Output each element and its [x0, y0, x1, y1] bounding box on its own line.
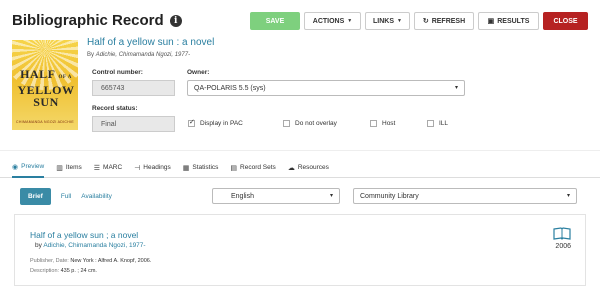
card-author: by Adichie, Chimamanda Ngozi, 1977-	[35, 242, 146, 249]
description-label: Description:	[30, 268, 60, 274]
owner-select[interactable]: QA-POLARIS 5.5 (sys) ▾	[187, 80, 465, 96]
cover-title: HALF OF A YELLOW SUN	[16, 68, 76, 108]
toolbar: SAVE ACTIONS ▼ LINKS ▼ ↻ REFRESH ▣ RESULTS C…	[250, 12, 588, 30]
publication-year: 2006	[555, 243, 571, 250]
preview-subtabs: Brief Full Availability	[20, 188, 112, 205]
host-checkbox[interactable]: Host	[370, 120, 395, 127]
card-publisher-line: Publisher, Date: New York : Alfred A. Kn…	[30, 258, 151, 264]
library-select[interactable]: Community Library ▾	[353, 188, 577, 204]
description-value: 435 p. ; 24 cm.	[60, 268, 97, 274]
publisher-value: New York : Alfred A. Knopf, 2006.	[70, 258, 152, 264]
tab-statistics[interactable]: ▦ Statistics	[183, 158, 219, 178]
subtab-brief[interactable]: Brief	[20, 188, 51, 205]
card-author-link[interactable]: Adichie, Chimamanda Ngozi, 1977-	[43, 242, 145, 249]
tab-items[interactable]: ▥ Items	[56, 158, 82, 178]
owner-value: QA-POLARIS 5.5 (sys)	[194, 84, 266, 92]
tab-preview-label: Preview	[21, 163, 45, 170]
books-icon: ▥	[56, 164, 63, 172]
language-select[interactable]: English ▾	[212, 188, 340, 204]
tree-icon: ⊣	[134, 164, 141, 172]
results-button[interactable]: ▣ RESULTS	[478, 12, 539, 30]
results-label: RESULTS	[497, 17, 530, 25]
do-not-overlay-checkbox[interactable]: Do not overlay	[283, 120, 337, 127]
cover-title-of-a: OF A	[58, 75, 72, 80]
folder-icon: ▤	[230, 164, 238, 172]
chevron-down-icon: ▾	[329, 193, 333, 199]
tab-record-sets-label: Record Sets	[240, 164, 276, 171]
control-number-field: 665743	[92, 80, 175, 96]
open-book-icon	[553, 227, 571, 240]
cover-title-line1: HALF	[20, 67, 56, 81]
tab-items-label: Items	[65, 164, 82, 171]
caret-down-icon: ▼	[347, 18, 353, 24]
results-icon: ▣	[487, 18, 495, 25]
card-description-line: Description: 435 p. ; 24 cm.	[30, 268, 97, 274]
cover-title-line3: SUN	[33, 95, 59, 109]
refresh-icon: ↻	[422, 18, 429, 25]
save-button[interactable]: SAVE	[250, 12, 300, 30]
chevron-down-icon: ▾	[566, 193, 570, 199]
actions-dropdown-button[interactable]: ACTIONS ▼	[304, 12, 361, 30]
cover-author: CHIMAMANDA NGOZI ADICHIE	[16, 120, 74, 124]
host-label: Host	[382, 120, 396, 127]
display-in-pac-label: Display in PAC	[200, 120, 243, 127]
ill-checkbox[interactable]: ILL	[427, 120, 448, 127]
cloud-icon: ☁	[287, 164, 295, 172]
do-not-overlay-label: Do not overlay	[295, 120, 337, 127]
save-label: SAVE	[265, 17, 285, 25]
chart-icon: ▦	[182, 164, 190, 172]
checkbox-icon	[370, 120, 377, 127]
refresh-label: REFRESH	[431, 17, 466, 25]
card-title-link[interactable]: Half of a yellow sun ; a novel	[30, 230, 138, 240]
refresh-button[interactable]: ↻ REFRESH	[414, 12, 474, 30]
ill-label: ILL	[439, 120, 449, 127]
caret-down-icon: ▼	[397, 18, 402, 24]
record-status-label: Record status:	[92, 105, 138, 112]
tab-preview[interactable]: ◉ Preview	[12, 158, 45, 178]
checkbox-icon	[283, 120, 290, 127]
checkbox-icon	[427, 120, 434, 127]
author-prefix: By	[87, 52, 95, 58]
record-status-field: Final	[92, 116, 175, 132]
tab-resources-label: Resources	[297, 164, 329, 171]
control-number-label: Control number:	[92, 69, 143, 76]
tab-resources[interactable]: ☁ Resources	[288, 158, 329, 178]
subtab-full[interactable]: Full	[61, 193, 71, 200]
owner-label: Owner:	[187, 69, 210, 76]
language-value: English	[231, 192, 254, 200]
eye-icon: ◉	[12, 163, 19, 171]
book-cover-image: HALF OF A YELLOW SUN CHIMAMANDA NGOZI AD…	[12, 40, 78, 130]
tab-marc-label: MARC	[103, 164, 123, 171]
close-button[interactable]: CLOSE	[543, 12, 588, 30]
checkbox-checked-icon	[188, 118, 195, 127]
brief-record-card: Half of a yellow sun ; a novel by Adichi…	[14, 214, 586, 286]
links-label: LINKS	[373, 17, 395, 25]
record-author: By Adichie, Chimamanda Ngozi, 1977-	[87, 52, 190, 58]
display-in-pac-checkbox[interactable]: Display in PAC	[188, 118, 243, 127]
section-divider	[0, 150, 600, 151]
info-icon[interactable]: i	[169, 14, 182, 27]
library-value: Community Library	[360, 192, 419, 200]
actions-label: ACTIONS	[312, 17, 345, 25]
tab-marc[interactable]: ☰ MARC	[94, 158, 122, 178]
subtab-availability[interactable]: Availability	[81, 193, 112, 200]
links-dropdown-button[interactable]: LINKS ▼	[365, 12, 410, 30]
list-icon: ☰	[93, 164, 101, 172]
record-tabs: ◉ Preview ▥ Items ☰ MARC ⊣ Headings ▦ Statist…	[0, 158, 600, 178]
tab-statistics-label: Statistics	[192, 164, 219, 171]
page-title-text: Bibliographic Record	[12, 12, 164, 29]
tab-headings[interactable]: ⊣ Headings	[134, 158, 171, 178]
chevron-down-icon: ▾	[454, 85, 458, 91]
record-title-link[interactable]: Half of a yellow sun : a novel	[87, 37, 214, 48]
tab-headings-label: Headings	[143, 164, 171, 171]
publisher-label: Publisher, Date:	[30, 258, 69, 264]
tab-record-sets[interactable]: ▤ Record Sets	[230, 158, 275, 178]
card-author-prefix: by	[35, 242, 42, 249]
page-title: Bibliographic Record i	[12, 12, 182, 29]
close-label: CLOSE	[553, 17, 578, 25]
author-name: Adichie, Chimamanda Ngozi, 1977-	[95, 52, 191, 58]
